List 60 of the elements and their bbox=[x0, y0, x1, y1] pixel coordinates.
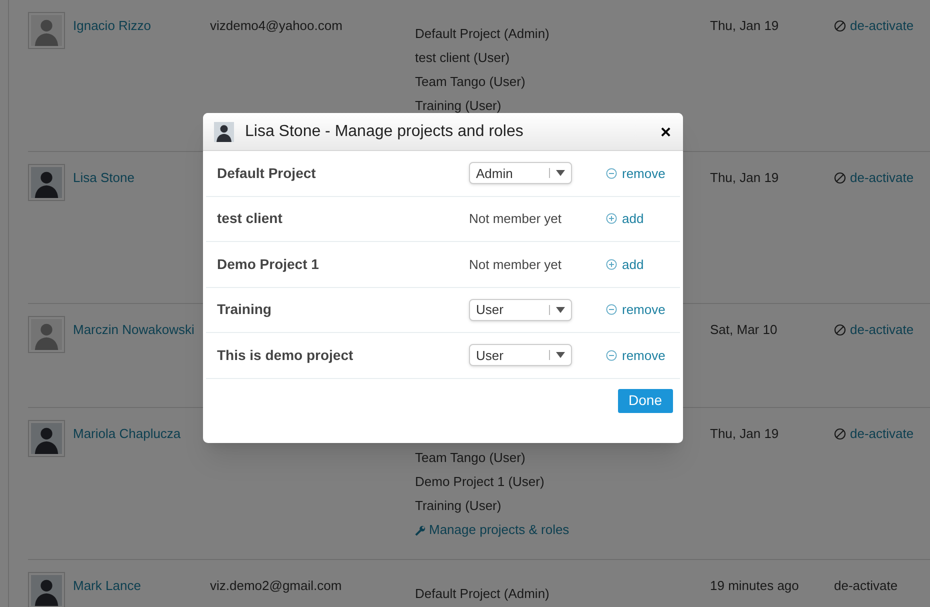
project-role: Team Tango (User) bbox=[415, 73, 526, 91]
project-name: Demo Project 1 bbox=[217, 254, 320, 274]
caret-icon bbox=[556, 352, 565, 358]
project-role: test client (User) bbox=[415, 49, 511, 67]
project-name: Training bbox=[217, 300, 272, 320]
done-button[interactable]: Done bbox=[618, 388, 673, 412]
project-name: This is demo project bbox=[217, 346, 354, 365]
user-name-link[interactable]: Mariola Chaplucza bbox=[73, 426, 210, 559]
add-link[interactable]: add bbox=[606, 209, 644, 228]
user-email: vizdemo4@yahoo.com bbox=[210, 18, 342, 33]
plus-circle-icon bbox=[606, 213, 617, 224]
dialog-title: Lisa Stone - Manage projects and roles bbox=[245, 122, 524, 142]
remove-link[interactable]: remove bbox=[606, 164, 666, 183]
project-role: Team Tango (User) bbox=[415, 449, 526, 467]
add-link[interactable]: add bbox=[606, 254, 644, 274]
project-role: Training (User) bbox=[415, 97, 502, 115]
deactivate-link[interactable]: de-activate bbox=[834, 170, 914, 303]
last-seen: Sat, Mar 10 bbox=[710, 322, 778, 339]
project-role: Default Project (Admin) bbox=[415, 585, 550, 603]
remove-link[interactable]: remove bbox=[606, 346, 666, 365]
role-select[interactable]: User bbox=[469, 298, 572, 321]
last-seen: Thu, Jan 19 bbox=[710, 18, 780, 35]
avatar-icon bbox=[28, 420, 65, 457]
user-email: viz.demo2@gmail.com bbox=[210, 578, 342, 593]
block-icon bbox=[834, 324, 846, 336]
deactivate-link[interactable]: de-activate bbox=[834, 18, 914, 151]
wrench-icon bbox=[415, 524, 426, 536]
role-select[interactable]: Admin bbox=[469, 162, 572, 184]
project-name: Default Project bbox=[217, 164, 317, 183]
remove-link[interactable]: remove bbox=[606, 300, 666, 320]
user-name-link[interactable]: Ignacio Rizzo bbox=[73, 18, 210, 151]
block-icon bbox=[834, 172, 846, 184]
project-role: Default Project (Admin) bbox=[415, 25, 550, 43]
plus-circle-icon bbox=[606, 258, 617, 270]
project-role: Demo Project 1 (User) bbox=[415, 473, 546, 491]
project-name: test client bbox=[217, 209, 284, 228]
manage-roles-link[interactable]: Manage projects & roles bbox=[415, 518, 710, 542]
avatar-icon bbox=[214, 122, 234, 142]
avatar-icon bbox=[28, 164, 65, 201]
caret-icon bbox=[556, 306, 565, 313]
avatar-icon bbox=[28, 572, 65, 607]
last-seen: Thu, Jan 19 bbox=[710, 426, 780, 443]
minus-circle-icon bbox=[606, 350, 617, 361]
deactivate-link[interactable]: de-activate bbox=[834, 322, 914, 407]
last-seen: 19 minutes ago bbox=[710, 578, 800, 595]
user-name-link[interactable]: Mark Lance bbox=[73, 578, 210, 607]
minus-circle-icon bbox=[606, 304, 617, 316]
caret-icon bbox=[556, 170, 565, 176]
membership-status: Not member yet bbox=[469, 211, 562, 226]
membership-status: Not member yet bbox=[469, 256, 562, 272]
avatar-icon bbox=[28, 12, 65, 49]
close-button[interactable]: × bbox=[660, 122, 671, 140]
block-icon bbox=[834, 20, 846, 32]
minus-circle-icon bbox=[606, 168, 617, 179]
project-role: Training (User) bbox=[415, 497, 502, 515]
block-icon bbox=[834, 428, 846, 440]
role-select[interactable]: User bbox=[469, 344, 572, 366]
deactivate-link[interactable]: de-activate bbox=[834, 426, 914, 559]
last-seen: Thu, Jan 19 bbox=[710, 170, 780, 187]
avatar-icon bbox=[28, 316, 65, 353]
